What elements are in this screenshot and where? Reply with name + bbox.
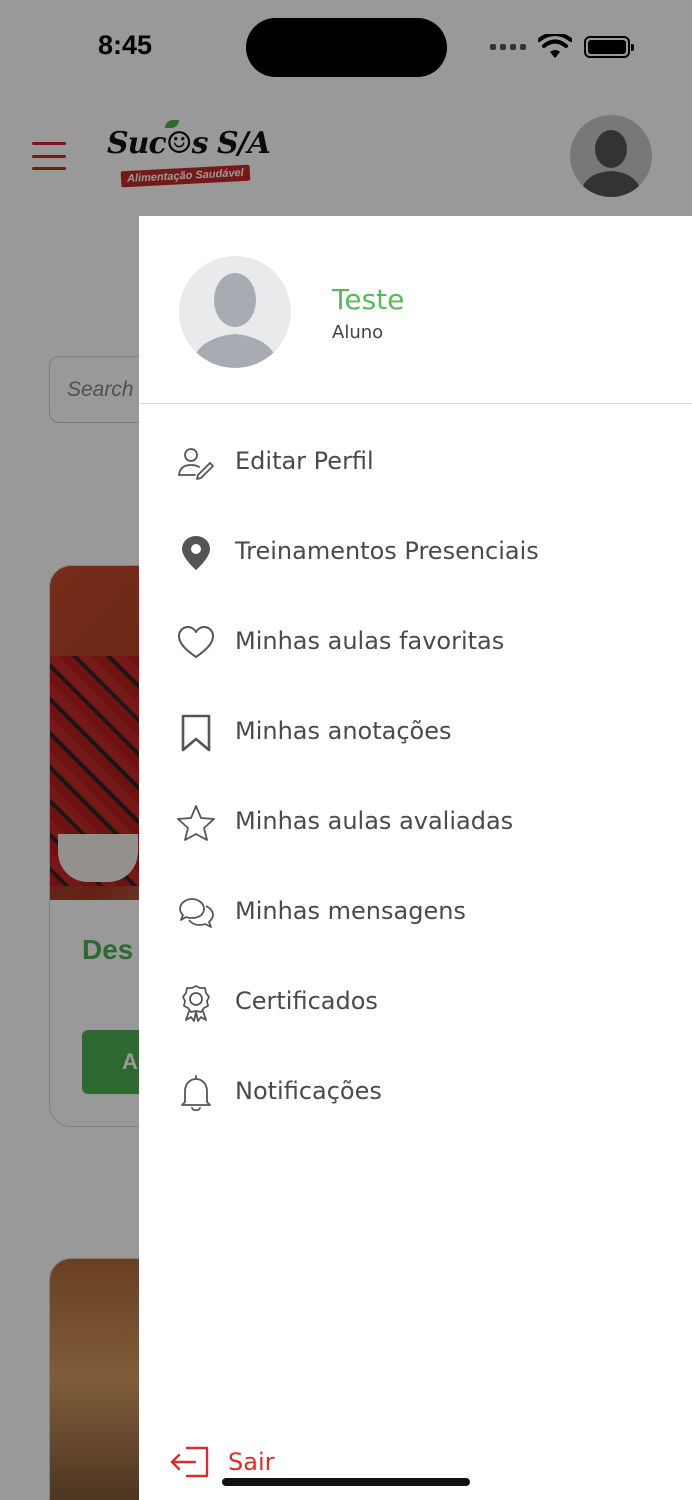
award-icon — [177, 984, 215, 1022]
drawer-profile: Teste Aluno — [139, 216, 692, 404]
menu-item-minhas-mensagens[interactable]: Minhas mensagens — [139, 868, 692, 958]
home-indicator[interactable] — [222, 1478, 470, 1486]
chat-bubbles-icon — [177, 894, 215, 932]
logout-icon — [170, 1446, 209, 1478]
logout-label: Sair — [228, 1448, 275, 1476]
menu-item-minhas-aulas-favoritas[interactable]: Minhas aulas favoritas — [139, 598, 692, 688]
menu-item-minhas-aulas-avaliadas[interactable]: Minhas aulas avaliadas — [139, 778, 692, 868]
menu-item-minhas-anotacoes[interactable]: Minhas anotações — [139, 688, 692, 778]
drawer-menu: Editar Perfil Treinamentos Presenciais M… — [139, 418, 692, 1138]
map-pin-icon — [177, 534, 215, 572]
menu-item-editar-perfil[interactable]: Editar Perfil — [139, 418, 692, 508]
menu-item-label: Minhas aulas favoritas — [235, 627, 505, 655]
user-edit-icon — [177, 444, 215, 482]
menu-item-notificacoes[interactable]: Notificações — [139, 1048, 692, 1138]
menu-item-label: Minhas anotações — [235, 717, 452, 745]
profile-avatar — [179, 256, 291, 368]
heart-icon — [177, 624, 215, 662]
menu-item-label: Editar Perfil — [235, 447, 374, 475]
menu-item-label: Minhas aulas avaliadas — [235, 807, 514, 835]
menu-item-certificados[interactable]: Certificados — [139, 958, 692, 1048]
menu-item-label: Notificações — [235, 1077, 382, 1105]
bell-icon — [177, 1074, 215, 1112]
side-drawer: Teste Aluno Editar Perfil Treinamentos P… — [139, 216, 692, 1500]
profile-role: Aluno — [332, 322, 384, 343]
profile-name: Teste — [332, 283, 405, 316]
menu-item-treinamentos-presenciais[interactable]: Treinamentos Presenciais — [139, 508, 692, 598]
menu-item-label: Treinamentos Presenciais — [235, 537, 539, 565]
menu-item-label: Minhas mensagens — [235, 897, 466, 925]
bookmark-icon — [177, 714, 215, 752]
menu-item-label: Certificados — [235, 987, 378, 1015]
star-icon — [177, 804, 215, 842]
logout-button[interactable]: Sair — [169, 1444, 274, 1480]
